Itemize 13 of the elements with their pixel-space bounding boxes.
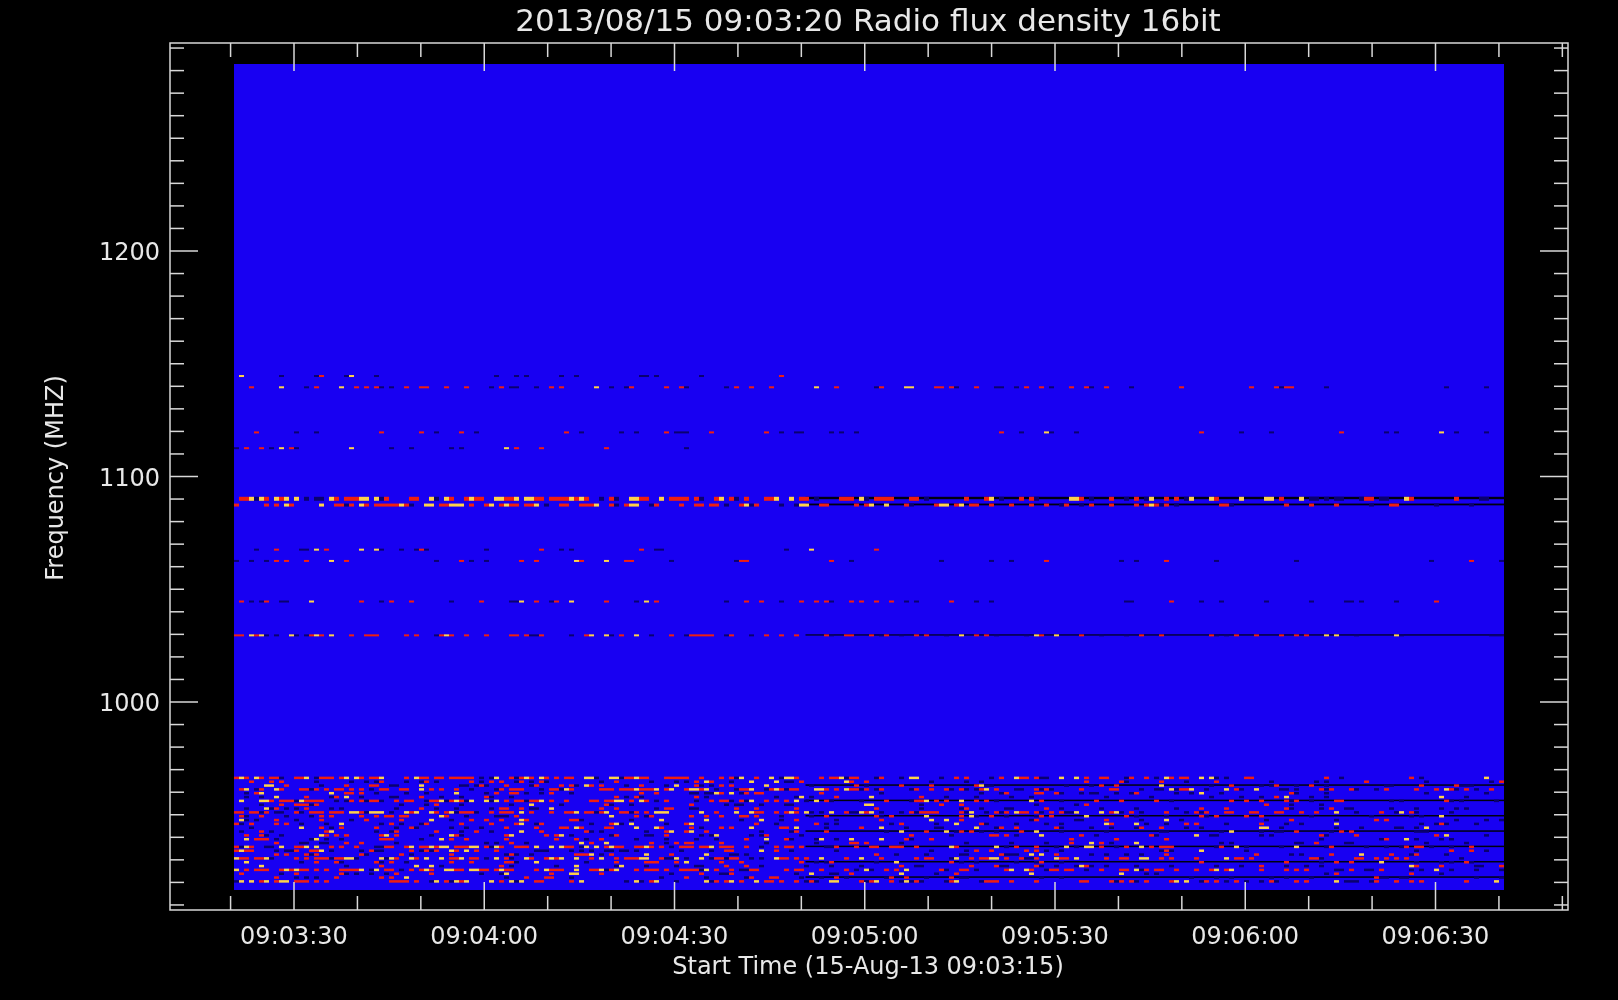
tick-label: 09:05:30: [1001, 922, 1109, 950]
chart-title: 2013/08/15 09:03:20 Radio flux density 16bit: [515, 2, 1221, 38]
tick-label: 1200: [98, 238, 160, 266]
tick-label: 1100: [98, 463, 160, 492]
tick-label: 09:04:00: [430, 922, 539, 950]
tick-label: 09:05:00: [810, 922, 919, 950]
tick-label: 09:06:00: [1191, 922, 1300, 950]
axis-label: Frequency (MHZ): [41, 375, 69, 581]
axis-label: Start Time (15-Aug-13 09:03:15): [672, 952, 1064, 980]
tick-label: 09:04:30: [620, 922, 729, 950]
tick-label: 09:03:30: [240, 922, 348, 950]
tick-label: 1000: [98, 689, 160, 717]
tick-label: 09:06:30: [1381, 922, 1490, 950]
